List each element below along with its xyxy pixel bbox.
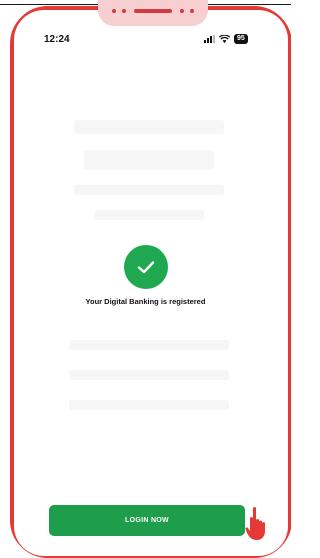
background-placeholder [74, 185, 224, 195]
battery-icon: 95 [234, 34, 248, 44]
success-message: Your Digital Banking is registered [85, 297, 206, 306]
signal-icon [204, 35, 215, 43]
notch-dot [112, 9, 116, 13]
notch-dot [180, 9, 184, 13]
background-placeholder [69, 370, 229, 380]
notch-dot [190, 9, 194, 13]
background-placeholder [69, 340, 229, 350]
screenshot-canvas: 12:24 95 Your Digital Banking is registe… [0, 0, 291, 558]
hand-pointer-icon [245, 507, 265, 540]
background-placeholder [84, 150, 214, 170]
success-check-badge [124, 245, 168, 289]
background-placeholder [94, 210, 204, 220]
phone-notch [98, 0, 208, 26]
check-icon [137, 261, 155, 274]
status-icons: 95 [204, 33, 248, 45]
background-placeholder [74, 120, 224, 134]
status-time: 12:24 [44, 34, 70, 45]
notch-speaker [134, 9, 172, 13]
login-now-button[interactable]: LOGIN NOW [49, 505, 245, 536]
notch-dot [122, 9, 126, 13]
background-placeholder [69, 400, 229, 410]
wifi-icon [219, 35, 230, 43]
login-now-label: LOGIN NOW [125, 517, 169, 524]
